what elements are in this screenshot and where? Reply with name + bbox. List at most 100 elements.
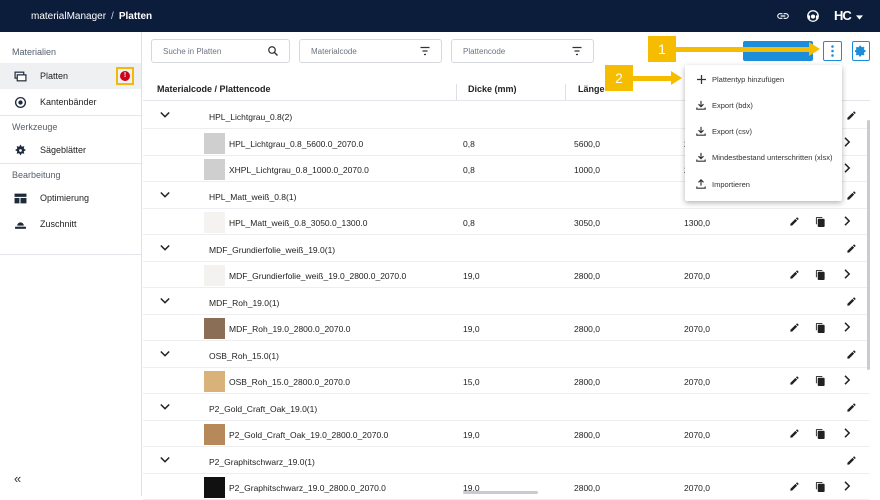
table-row[interactable]: MDF_Roh_19.0_2800.0_2070.0 19,0 2800,0 2070…: [143, 315, 870, 341]
group-row[interactable]: P2_Graphitschwarz_19.0(1): [143, 448, 870, 474]
table-row[interactable]: MDF_Grundierfolie_weiß_19.0_2800.0_2070.…: [143, 262, 870, 288]
sidebar-item-label: Platten: [40, 71, 69, 81]
horizontal-scrollbar[interactable]: [463, 491, 538, 494]
menu-item-label: Export (bdx): [712, 100, 753, 110]
chevron-right-icon[interactable]: [844, 269, 851, 281]
table-row[interactable]: OSB_Roh_15.0_2800.0_2070.0 15,0 2800,0 2070…: [143, 368, 870, 394]
group-row[interactable]: P2_Gold_Craft_Oak_19.0(1): [143, 395, 870, 421]
length-value: 2800,0: [574, 430, 600, 440]
table-row[interactable]: HPL_Matt_weiß_0.8_3050.0_1300.0 0,8 3050,0…: [143, 209, 870, 235]
menu-item-import[interactable]: Importieren: [685, 171, 842, 197]
table-row[interactable]: P2_Graphitschwarz_19.0_2800.0_2070.0 19,0…: [143, 474, 870, 500]
grid-icon: [13, 192, 27, 204]
chevron-down-icon[interactable]: [160, 190, 170, 202]
material-thumbnail: [204, 318, 225, 339]
more-options-button[interactable]: [823, 41, 842, 61]
filter-icon[interactable]: [571, 45, 583, 59]
edit-icon[interactable]: [846, 110, 857, 123]
plate-code: P2_Gold_Craft_Oak_19.0_2800.0_2070.0: [229, 430, 389, 440]
sidebar-item-zuschnitt[interactable]: Zuschnitt: [0, 211, 141, 237]
chevron-down-icon[interactable]: [160, 296, 170, 308]
copy-icon[interactable]: [815, 428, 826, 442]
copy-icon[interactable]: [815, 481, 826, 495]
width-value: 2070,0: [684, 430, 710, 440]
chevron-right-icon[interactable]: [844, 322, 851, 334]
edit-icon[interactable]: [846, 349, 857, 362]
cut-icon: [13, 218, 27, 230]
download-icon: [695, 125, 707, 137]
chevron-right-icon[interactable]: [844, 428, 851, 440]
group-row[interactable]: MDF_Roh_19.0(1): [143, 289, 870, 315]
thickness-value: 0,8: [463, 165, 475, 175]
edit-icon[interactable]: [846, 402, 857, 415]
sidebar-item-saegeblaetter[interactable]: Sägeblätter: [0, 137, 141, 163]
header-code[interactable]: Materialcode / Plattencode: [157, 84, 271, 94]
plate-code: XHPL_Lichtgrau_0.8_1000.0_2070.0: [229, 165, 369, 175]
more-options-menu: Plattentyp hinzufügen Export (bdx) Expor…: [685, 65, 842, 201]
sidebar-item-optimierung[interactable]: Optimierung: [0, 185, 141, 211]
group-name: P2_Graphitschwarz_19.0(1): [209, 456, 315, 467]
support-icon[interactable]: [806, 9, 820, 23]
edit-icon[interactable]: [789, 375, 800, 388]
plate-code: OSB_Roh_15.0_2800.0_2070.0: [229, 377, 350, 387]
brand-logo[interactable]: HC: [834, 8, 852, 23]
copy-icon[interactable]: [815, 216, 826, 230]
edit-icon[interactable]: [846, 190, 857, 203]
menu-item-export-bdx[interactable]: Export (bdx): [685, 92, 842, 118]
plate-code: MDF_Grundierfolie_weiß_19.0_2800.0_2070.…: [229, 271, 407, 281]
length-value: 1000,0: [574, 165, 600, 175]
edit-icon[interactable]: [789, 428, 800, 441]
chevron-down-icon[interactable]: [160, 455, 170, 467]
menu-item-label: Mindestbestand unterschritten (xlsx): [712, 152, 833, 162]
edit-icon[interactable]: [789, 269, 800, 282]
edit-icon[interactable]: [846, 296, 857, 309]
table-row[interactable]: P2_Gold_Craft_Oak_19.0_2800.0_2070.0 19,0…: [143, 421, 870, 447]
chevron-right-icon[interactable]: [844, 163, 851, 175]
header-length[interactable]: Länge: [578, 84, 605, 94]
sidebar-item-platten[interactable]: Platten !: [0, 63, 141, 89]
materialcode-filter[interactable]: Materialcode: [299, 39, 442, 63]
edit-icon[interactable]: [789, 481, 800, 494]
thickness-value: 0,8: [463, 218, 475, 228]
edit-icon[interactable]: [846, 243, 857, 256]
menu-item-export-csv[interactable]: Export (csv): [685, 118, 842, 144]
vertical-scrollbar[interactable]: [867, 120, 870, 370]
header-thickness[interactable]: Dicke (mm): [468, 84, 517, 94]
length-value: 2800,0: [574, 377, 600, 387]
width-value: 2070,0: [684, 324, 710, 334]
sidebar-item-kantenbaender[interactable]: Kantenbänder: [0, 89, 141, 115]
copy-icon[interactable]: [815, 375, 826, 389]
chevron-right-icon[interactable]: [844, 136, 851, 149]
thickness-value: 15,0: [463, 377, 480, 387]
chevron-down-icon[interactable]: [160, 349, 170, 361]
copy-icon[interactable]: [815, 322, 826, 336]
chevron-down-icon[interactable]: [160, 110, 170, 122]
group-row[interactable]: MDF_Grundierfolie_weiß_19.0(1): [143, 236, 870, 262]
sidebar-item-label: Zuschnitt: [40, 219, 77, 229]
menu-item-min-stock-xlsx[interactable]: Mindestbestand unterschritten (xlsx): [685, 144, 842, 170]
chevron-down-icon[interactable]: [160, 402, 170, 414]
link-icon[interactable]: [776, 9, 790, 23]
chevron-right-icon[interactable]: [844, 216, 851, 228]
plate-code: HPL_Matt_weiß_0.8_3050.0_1300.0: [229, 218, 368, 228]
collapse-sidebar-button[interactable]: «: [14, 471, 21, 486]
top-bar: materialManager / Platten HC: [0, 0, 880, 32]
plattencode-filter[interactable]: Plattencode: [451, 39, 594, 63]
alert-badge[interactable]: !: [120, 71, 130, 81]
chevron-right-icon[interactable]: [844, 481, 851, 493]
copy-icon[interactable]: [815, 269, 826, 283]
edit-icon[interactable]: [789, 216, 800, 229]
search-input[interactable]: Suche in Platten: [151, 39, 290, 63]
chevron-down-icon[interactable]: [856, 12, 863, 22]
chevron-down-icon[interactable]: [160, 243, 170, 255]
filter-icon[interactable]: [419, 45, 431, 59]
edit-icon[interactable]: [846, 455, 857, 468]
menu-item-add-platetype[interactable]: Plattentyp hinzufügen: [685, 66, 842, 92]
group-row[interactable]: OSB_Roh_15.0(1): [143, 342, 870, 368]
settings-button[interactable]: [852, 41, 870, 61]
app-title[interactable]: materialManager: [31, 11, 106, 22]
search-icon[interactable]: [267, 45, 279, 59]
group-name: P2_Gold_Craft_Oak_19.0(1): [209, 403, 318, 414]
edit-icon[interactable]: [789, 322, 800, 335]
chevron-right-icon[interactable]: [844, 375, 851, 387]
